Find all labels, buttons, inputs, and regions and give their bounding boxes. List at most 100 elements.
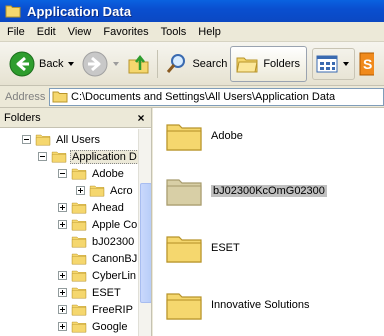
back-button[interactable]: Back — [6, 46, 79, 82]
menu-favorites[interactable]: Favorites — [97, 22, 154, 42]
folders-icon — [236, 57, 258, 72]
folders-scrollbar[interactable] — [138, 129, 151, 336]
scrollbar-thumb[interactable] — [140, 183, 151, 303]
address-label: Address — [5, 90, 46, 103]
address-path: C:\Documents and Settings\All Users\Appl… — [71, 90, 336, 103]
title-bar[interactable]: Application Data — [0, 0, 384, 22]
tree-item-label: Google — [92, 320, 128, 333]
expand-icon[interactable] — [58, 305, 67, 314]
search-label: Search — [192, 57, 228, 70]
tree-item[interactable]: Acro — [76, 182, 135, 199]
tree-item[interactable]: Google — [58, 318, 129, 335]
folder-icon — [35, 133, 51, 146]
folders-button[interactable]: Folders — [230, 45, 308, 82]
menu-file[interactable]: File — [0, 22, 31, 42]
folder-item[interactable]: bJ02300KcOmG02300 — [165, 169, 327, 213]
tree-item-label: Application D — [70, 149, 138, 164]
views-button[interactable] — [312, 47, 356, 80]
folder-item-label: bJ02300KcOmG02300 — [211, 185, 327, 197]
up-folder-icon — [128, 54, 149, 73]
folder-icon — [71, 303, 87, 316]
content-pane: Adobe bJ02300KcOmG02300 ESET Innovative Sol… — [153, 108, 384, 336]
views-dropdown-icon[interactable] — [343, 61, 350, 66]
folder-icon — [71, 235, 87, 248]
folder-icon — [71, 269, 87, 282]
folder-tree: All Users Application D Adobe Acro Ahead Appl… — [0, 129, 138, 336]
folder-icon — [71, 320, 87, 333]
tree-item[interactable]: ESET — [58, 284, 123, 301]
expand-icon[interactable] — [58, 288, 67, 297]
forward-dropdown-icon[interactable] — [113, 61, 120, 66]
back-dropdown-icon[interactable] — [68, 61, 75, 66]
expand-icon[interactable] — [58, 203, 67, 212]
forward-button[interactable] — [79, 46, 124, 82]
folder-item[interactable]: ESET — [165, 226, 240, 270]
tree-item[interactable]: Ahead — [58, 199, 126, 216]
tree-item-label: CyberLin — [92, 269, 137, 282]
tree-item[interactable]: Adobe — [58, 165, 126, 182]
menu-bar: File Edit View Favorites Tools Help — [0, 22, 384, 42]
expand-icon[interactable] — [58, 220, 67, 229]
search-button[interactable]: Search — [161, 46, 230, 82]
folder-icon — [71, 252, 87, 265]
folder-icon — [71, 167, 87, 180]
expand-icon[interactable] — [58, 271, 67, 280]
tree-item[interactable]: FreeRIP — [58, 301, 135, 318]
tree-item-label: FreeRIP — [92, 303, 133, 316]
svg-text:S: S — [363, 56, 372, 72]
tree-item-label: Apple Co — [92, 218, 138, 231]
tree-item-label: Acro — [110, 184, 133, 197]
tree-item[interactable]: CanonBJ — [58, 250, 138, 267]
folder-item[interactable]: Innovative Solutions — [165, 283, 309, 327]
toolbar-separator — [157, 49, 159, 78]
folders-label: Folders — [263, 57, 301, 70]
folder-icon — [71, 218, 87, 231]
address-input[interactable]: C:\Documents and Settings\All Users\Appl… — [49, 87, 384, 106]
folder-icon — [71, 201, 87, 214]
collapse-icon[interactable] — [58, 169, 67, 178]
close-icon[interactable]: × — [135, 112, 147, 124]
tree-item-label: ESET — [92, 286, 121, 299]
tree-item-label: CanonBJ — [92, 252, 138, 265]
folder-icon — [165, 232, 203, 264]
folder-icon — [165, 120, 203, 152]
folders-pane-title: Folders — [4, 111, 41, 124]
app-s-icon: S — [359, 52, 375, 75]
folder-icon — [165, 175, 203, 207]
expand-icon[interactable] — [76, 186, 85, 195]
back-label: Back — [39, 57, 64, 70]
folder-icon — [71, 286, 87, 299]
tree-item-label: All Users — [56, 133, 101, 146]
tree-item-label: bJ02300 — [92, 235, 135, 248]
collapse-icon[interactable] — [38, 152, 47, 161]
toolbar: Back Search Folders S — [0, 42, 384, 86]
tree-item[interactable]: CyberLin — [58, 267, 138, 284]
tree-item[interactable]: All Users — [22, 131, 102, 148]
folder-item-label: Adobe — [211, 130, 243, 142]
folder-item[interactable]: Adobe — [165, 114, 243, 158]
tree-item[interactable]: Apple Co — [58, 216, 138, 233]
folder-icon — [165, 289, 203, 321]
tree-item-label: Adobe — [92, 167, 124, 180]
menu-edit[interactable]: Edit — [31, 22, 62, 42]
menu-view[interactable]: View — [62, 22, 98, 42]
folder-icon — [89, 184, 105, 197]
up-folder-button[interactable] — [124, 46, 154, 82]
folder-item-label: ESET — [211, 242, 240, 254]
tree-item-label: Ahead — [92, 201, 124, 214]
folder-icon — [51, 150, 67, 163]
folders-pane: Folders × All Users Application D Adobe Acr… — [0, 108, 152, 336]
menu-help[interactable]: Help — [192, 22, 227, 42]
tree-item[interactable]: Application D — [38, 148, 138, 165]
menu-tools[interactable]: Tools — [155, 22, 193, 42]
back-arrow-icon — [9, 51, 35, 76]
folder-icon — [5, 4, 21, 18]
window-title: Application Data — [27, 3, 132, 19]
forward-arrow-icon — [82, 51, 108, 76]
folder-icon — [52, 91, 68, 103]
tree-item[interactable]: bJ02300 — [58, 233, 136, 250]
address-bar: Address C:\Documents and Settings\All Us… — [0, 86, 384, 108]
collapse-icon[interactable] — [22, 135, 31, 144]
extra-toolbar-button[interactable]: S — [355, 46, 377, 82]
expand-icon[interactable] — [58, 322, 67, 331]
